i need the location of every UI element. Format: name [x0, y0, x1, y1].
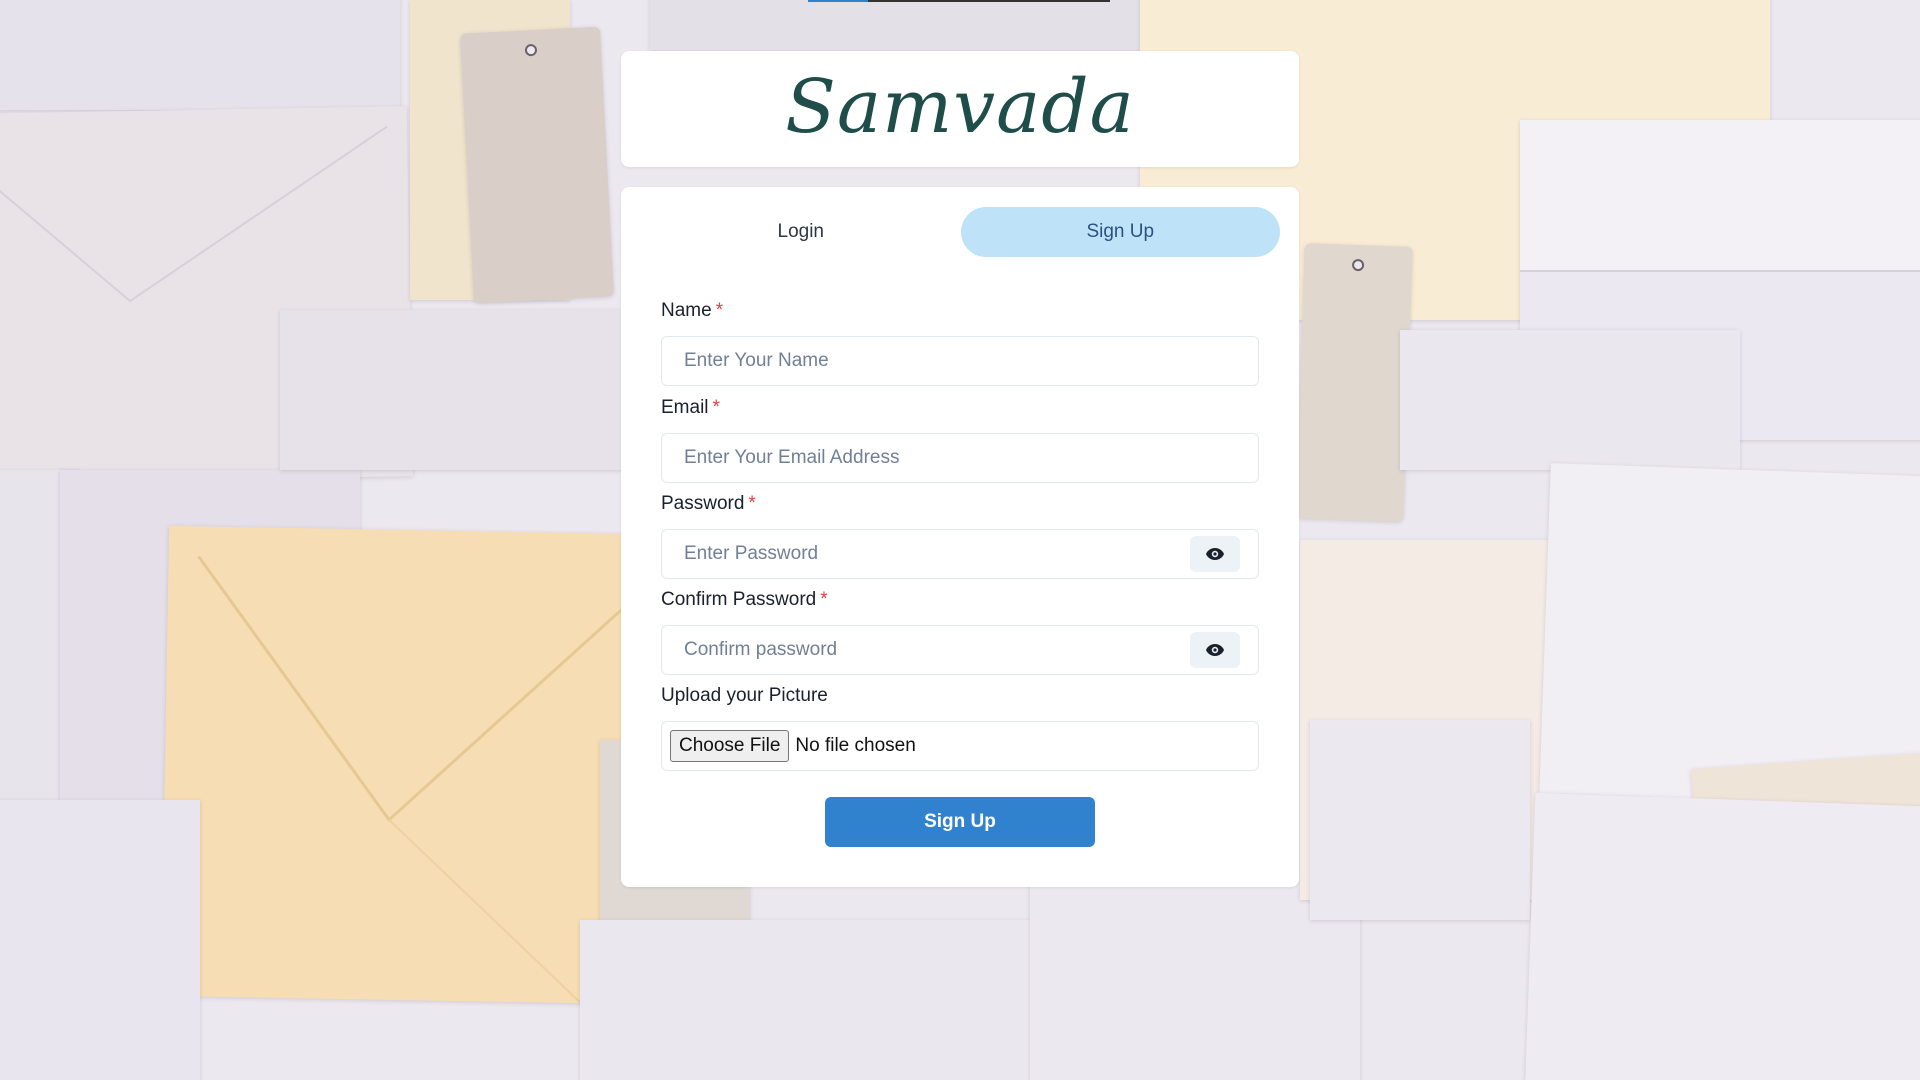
password-field: [661, 529, 1259, 579]
email-label: Email *: [661, 397, 720, 419]
confirm-password-label-text: Confirm Password: [661, 589, 817, 610]
confirm-password-toggle-button[interactable]: [1190, 632, 1240, 668]
password-label-text: Password: [661, 493, 745, 514]
email-field: [661, 433, 1259, 483]
confirm-password-input[interactable]: [682, 638, 1258, 662]
name-label: Name *: [661, 300, 723, 322]
tab-signup[interactable]: Sign Up: [960, 207, 1280, 257]
required-mark: *: [820, 589, 828, 610]
password-toggle-button[interactable]: [1190, 536, 1240, 572]
eye-icon: [1206, 548, 1224, 560]
required-mark: *: [712, 397, 720, 418]
confirm-password-label: Confirm Password *: [661, 589, 828, 611]
auth-card: Login Sign Up Name* Email* Password* Con…: [621, 187, 1299, 887]
required-mark: *: [715, 300, 724, 321]
signup-submit-button[interactable]: Sign Up: [825, 797, 1095, 847]
file-status: No file chosen: [795, 735, 916, 756]
eye-icon: [1206, 644, 1224, 656]
email-label-text: Email: [661, 397, 709, 418]
name-input[interactable]: [682, 349, 1258, 373]
loading-bar: [808, 0, 1110, 2]
picture-field: Choose File No file chosen: [661, 721, 1259, 771]
auth-tabs: Login Sign Up: [641, 207, 1280, 257]
name-field: [661, 336, 1259, 386]
required-mark: *: [748, 493, 756, 514]
loading-bar-progress: [808, 0, 869, 2]
password-input[interactable]: [682, 542, 1258, 566]
confirm-password-field: [661, 625, 1259, 675]
logo-card: Samvada: [621, 51, 1299, 167]
app-logo: Samvada: [785, 64, 1135, 150]
email-input[interactable]: [682, 446, 1258, 470]
password-label: Password *: [661, 493, 756, 515]
tab-login[interactable]: Login: [641, 207, 961, 257]
name-label-text: Name: [661, 300, 712, 321]
choose-file-button[interactable]: Choose File: [670, 730, 790, 762]
picture-label: Upload your Picture: [661, 685, 828, 706]
